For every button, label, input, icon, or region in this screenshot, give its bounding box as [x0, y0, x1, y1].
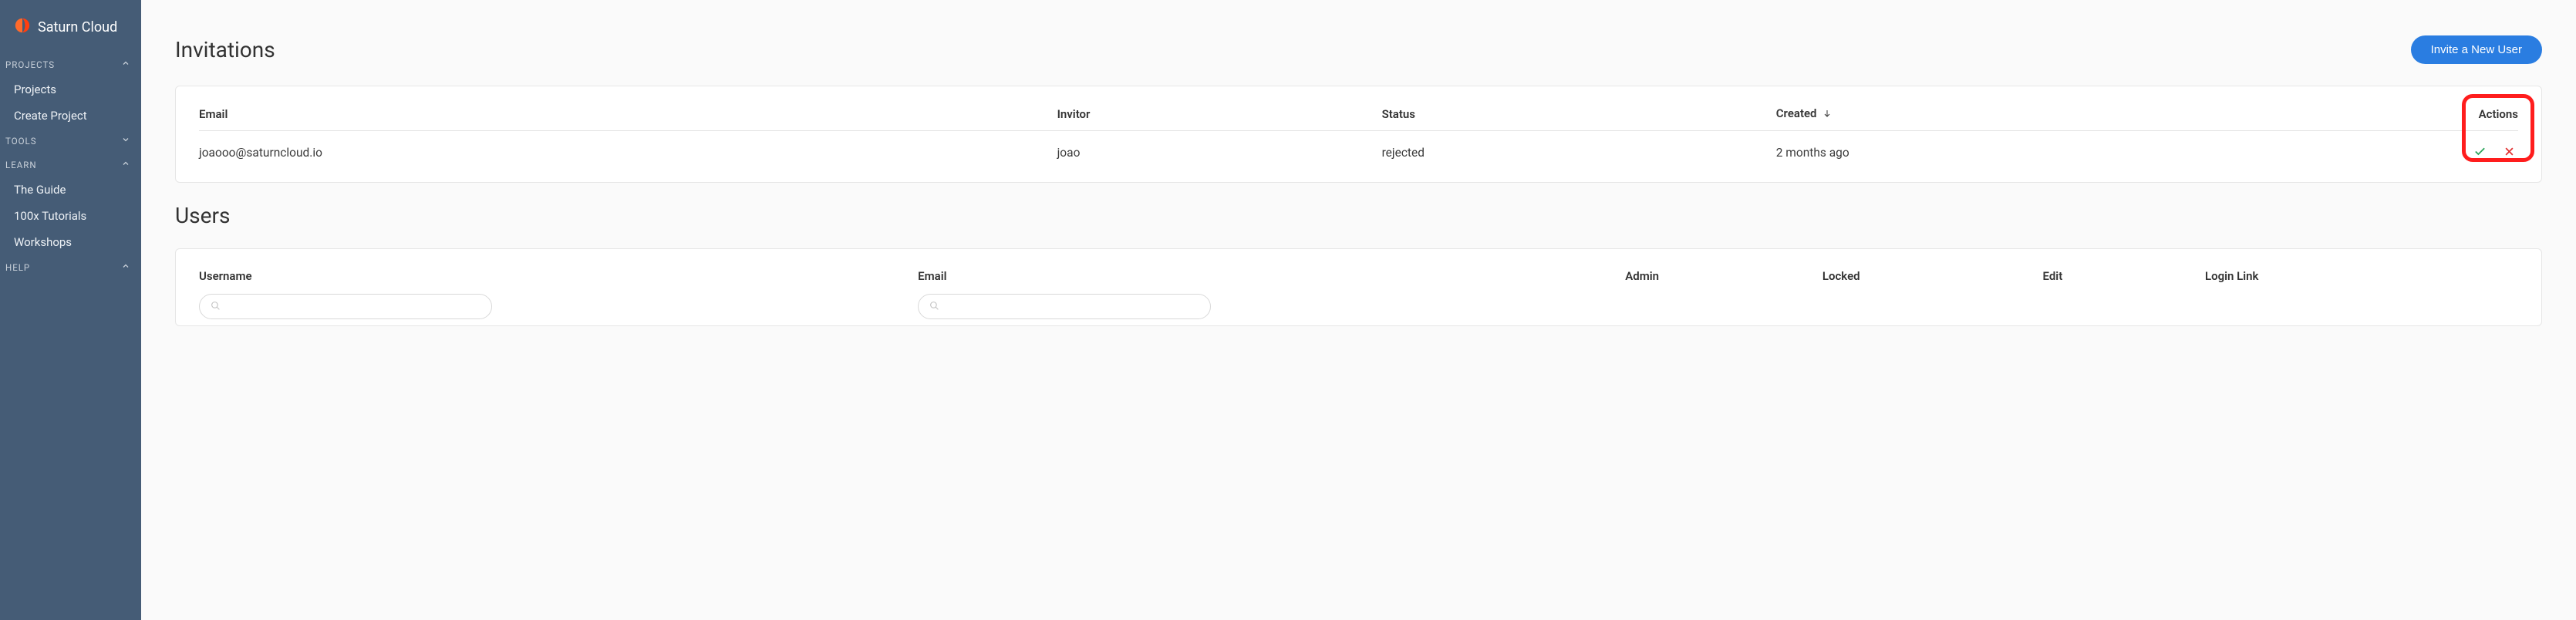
x-icon: [2504, 148, 2515, 160]
email-filter-input[interactable]: [946, 301, 1199, 313]
sidebar-section-label: PROJECTS: [5, 59, 55, 70]
chevron-up-icon: [121, 159, 130, 170]
cell-created: 2 months ago: [1776, 131, 2287, 166]
sidebar-item-create-project[interactable]: Create Project: [0, 103, 141, 129]
col-header-login-link: Login Link: [2205, 269, 2518, 294]
col-header-email[interactable]: Email: [918, 269, 1625, 294]
approve-invitation-button[interactable]: [2470, 142, 2490, 163]
brand-name: Saturn Cloud: [38, 19, 117, 35]
invitations-title: Invitations: [175, 37, 275, 62]
sidebar-section-learn[interactable]: LEARN: [0, 153, 141, 177]
reject-invitation-button[interactable]: [2500, 143, 2518, 163]
main-content: Invitations Invite a New User Email Invi…: [141, 0, 2576, 620]
username-filter[interactable]: [199, 294, 492, 319]
sidebar-section-projects[interactable]: PROJECTS: [0, 52, 141, 76]
search-icon: [929, 299, 939, 314]
email-filter[interactable]: [918, 294, 1211, 319]
sidebar-item-100x-tutorials[interactable]: 100x Tutorials: [0, 203, 141, 229]
brand: Saturn Cloud: [0, 17, 141, 52]
users-title: Users: [175, 203, 2542, 228]
invitations-card: Email Invitor Status Created Actions joa…: [175, 86, 2542, 183]
username-filter-input[interactable]: [227, 301, 480, 313]
invitation-row: joaooo@saturncloud.io joao rejected 2 mo…: [199, 131, 2518, 166]
col-header-invitor[interactable]: Invitor: [1057, 106, 1382, 131]
sidebar-item-projects[interactable]: Projects: [0, 76, 141, 103]
cell-invitor: joao: [1057, 131, 1382, 166]
sidebar-section-tools[interactable]: TOOLS: [0, 129, 141, 153]
sidebar-section-label: HELP: [5, 262, 30, 273]
search-icon: [211, 299, 221, 314]
col-header-edit: Edit: [2043, 269, 2205, 294]
sidebar-section-help[interactable]: HELP: [0, 255, 141, 279]
col-header-created[interactable]: Created: [1776, 106, 2287, 131]
col-header-admin[interactable]: Admin: [1625, 269, 1822, 294]
users-table: Username Email Admin Locked Edit Login L…: [199, 269, 2518, 319]
sidebar-section-label: LEARN: [5, 160, 37, 170]
invitations-header-row: Invitations Invite a New User: [175, 35, 2542, 64]
check-icon: [2473, 149, 2487, 160]
cell-email: joaooo@saturncloud.io: [199, 131, 1057, 166]
brand-logo-icon: [14, 17, 31, 37]
col-header-status[interactable]: Status: [1382, 106, 1776, 131]
sort-desc-icon: [1822, 107, 1832, 121]
col-header-email[interactable]: Email: [199, 106, 1057, 131]
chevron-up-icon: [121, 59, 130, 70]
invitations-table: Email Invitor Status Created Actions joa…: [199, 106, 2518, 165]
col-header-locked[interactable]: Locked: [1822, 269, 2043, 294]
sidebar-section-label: TOOLS: [5, 136, 37, 147]
sidebar: Saturn Cloud PROJECTS Projects Create Pr…: [0, 0, 141, 620]
col-header-username[interactable]: Username: [199, 269, 918, 294]
users-card: Username Email Admin Locked Edit Login L…: [175, 248, 2542, 326]
col-header-actions: Actions: [2286, 106, 2518, 131]
chevron-down-icon: [121, 135, 130, 147]
cell-status: rejected: [1382, 131, 1776, 166]
cell-actions: [2286, 131, 2518, 166]
invite-new-user-button[interactable]: Invite a New User: [2411, 35, 2542, 64]
chevron-up-icon: [121, 261, 130, 273]
sidebar-item-workshops[interactable]: Workshops: [0, 229, 141, 255]
sidebar-item-the-guide[interactable]: The Guide: [0, 177, 141, 203]
